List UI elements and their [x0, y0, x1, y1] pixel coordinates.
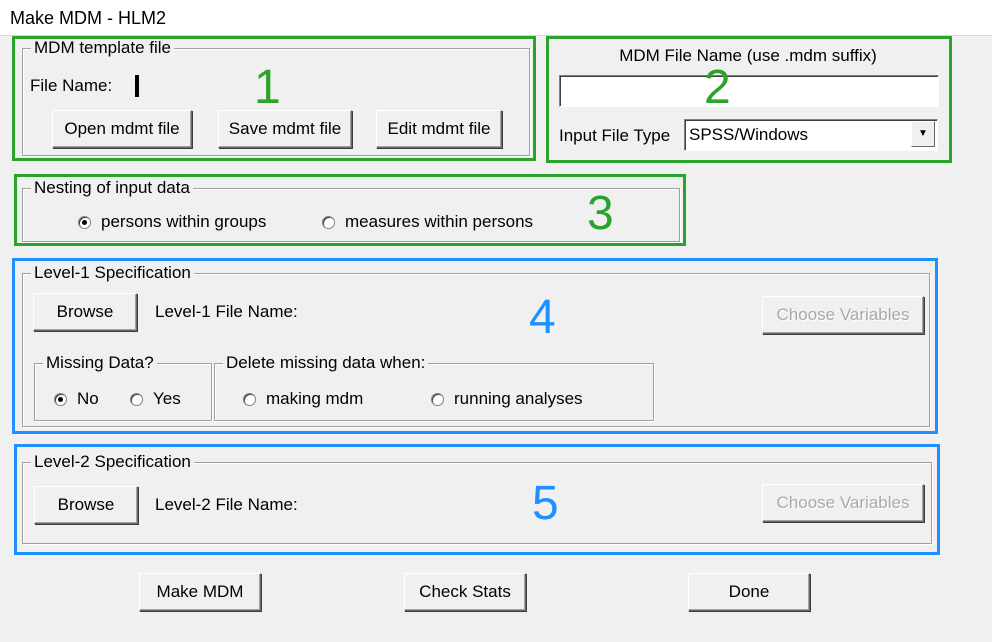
dropdown-arrow-icon[interactable]: ▼	[911, 121, 935, 147]
level2-choose-variables-button[interactable]: Choose Variables	[762, 484, 924, 522]
radio-unchecked-icon	[243, 392, 256, 406]
input-file-type-label: Input File Type	[559, 126, 671, 145]
level1-choose-variables-button[interactable]: Choose Variables	[762, 296, 924, 334]
radio-missing-no[interactable]: No	[54, 389, 99, 409]
window-title: Make MDM - HLM2	[10, 8, 167, 28]
radio-delete-running-analyses-label: running analyses	[454, 389, 583, 408]
radio-delete-making-mdm[interactable]: making mdm	[243, 389, 363, 409]
make-mdm-button[interactable]: Make MDM	[139, 573, 261, 611]
radio-unchecked-icon	[431, 392, 444, 406]
level2-browse-button[interactable]: Browse	[34, 486, 138, 524]
nesting-legend: Nesting of input data	[31, 178, 193, 198]
radio-measures-within-persons[interactable]: measures within persons	[322, 212, 533, 232]
radio-unchecked-icon	[322, 215, 335, 229]
text-cursor	[135, 75, 139, 97]
annotation-number-5: 5	[532, 477, 559, 530]
radio-delete-running-analyses[interactable]: running analyses	[431, 389, 583, 409]
radio-delete-making-mdm-label: making mdm	[266, 389, 364, 408]
save-mdmt-button[interactable]: Save mdmt file	[218, 110, 352, 148]
radio-unchecked-icon	[130, 392, 143, 406]
radio-checked-icon	[54, 392, 67, 406]
edit-mdmt-button[interactable]: Edit mdmt file	[376, 110, 502, 148]
level2-file-name-label: Level-2 File Name:	[155, 495, 298, 514]
radio-persons-within-groups[interactable]: persons within groups	[78, 212, 266, 232]
input-file-type-select[interactable]: SPSS/Windows ▼	[684, 119, 938, 151]
mdm-file-name-label: MDM File Name (use .mdm suffix)	[619, 46, 877, 65]
radio-missing-yes[interactable]: Yes	[130, 389, 181, 409]
title-bar: Make MDM - HLM2	[0, 0, 992, 36]
annotation-number-1: 1	[254, 61, 281, 114]
open-mdmt-button[interactable]: Open mdmt file	[52, 110, 192, 148]
done-button[interactable]: Done	[688, 573, 810, 611]
level1-legend: Level-1 Specification	[31, 263, 194, 283]
template-file-name-label: File Name:	[30, 76, 113, 95]
level1-browse-button[interactable]: Browse	[33, 293, 137, 331]
missing-data-legend: Missing Data?	[43, 353, 157, 373]
delete-missing-legend: Delete missing data when:	[223, 353, 429, 373]
level2-legend: Level-2 Specification	[31, 452, 194, 472]
radio-measures-within-persons-label: measures within persons	[345, 212, 534, 231]
level1-file-name-label: Level-1 File Name:	[155, 302, 298, 321]
check-stats-button[interactable]: Check Stats	[404, 573, 526, 611]
radio-checked-icon	[78, 215, 91, 229]
radio-missing-no-label: No	[77, 389, 99, 408]
annotation-number-3: 3	[587, 187, 614, 240]
input-file-type-value: SPSS/Windows	[689, 125, 809, 144]
radio-missing-yes-label: Yes	[153, 389, 181, 408]
mdm-template-legend: MDM template file	[31, 38, 174, 58]
mdm-file-name-input[interactable]	[559, 75, 939, 107]
radio-persons-within-groups-label: persons within groups	[101, 212, 267, 231]
annotation-number-2: 2	[704, 61, 731, 114]
annotation-number-4: 4	[529, 291, 556, 344]
